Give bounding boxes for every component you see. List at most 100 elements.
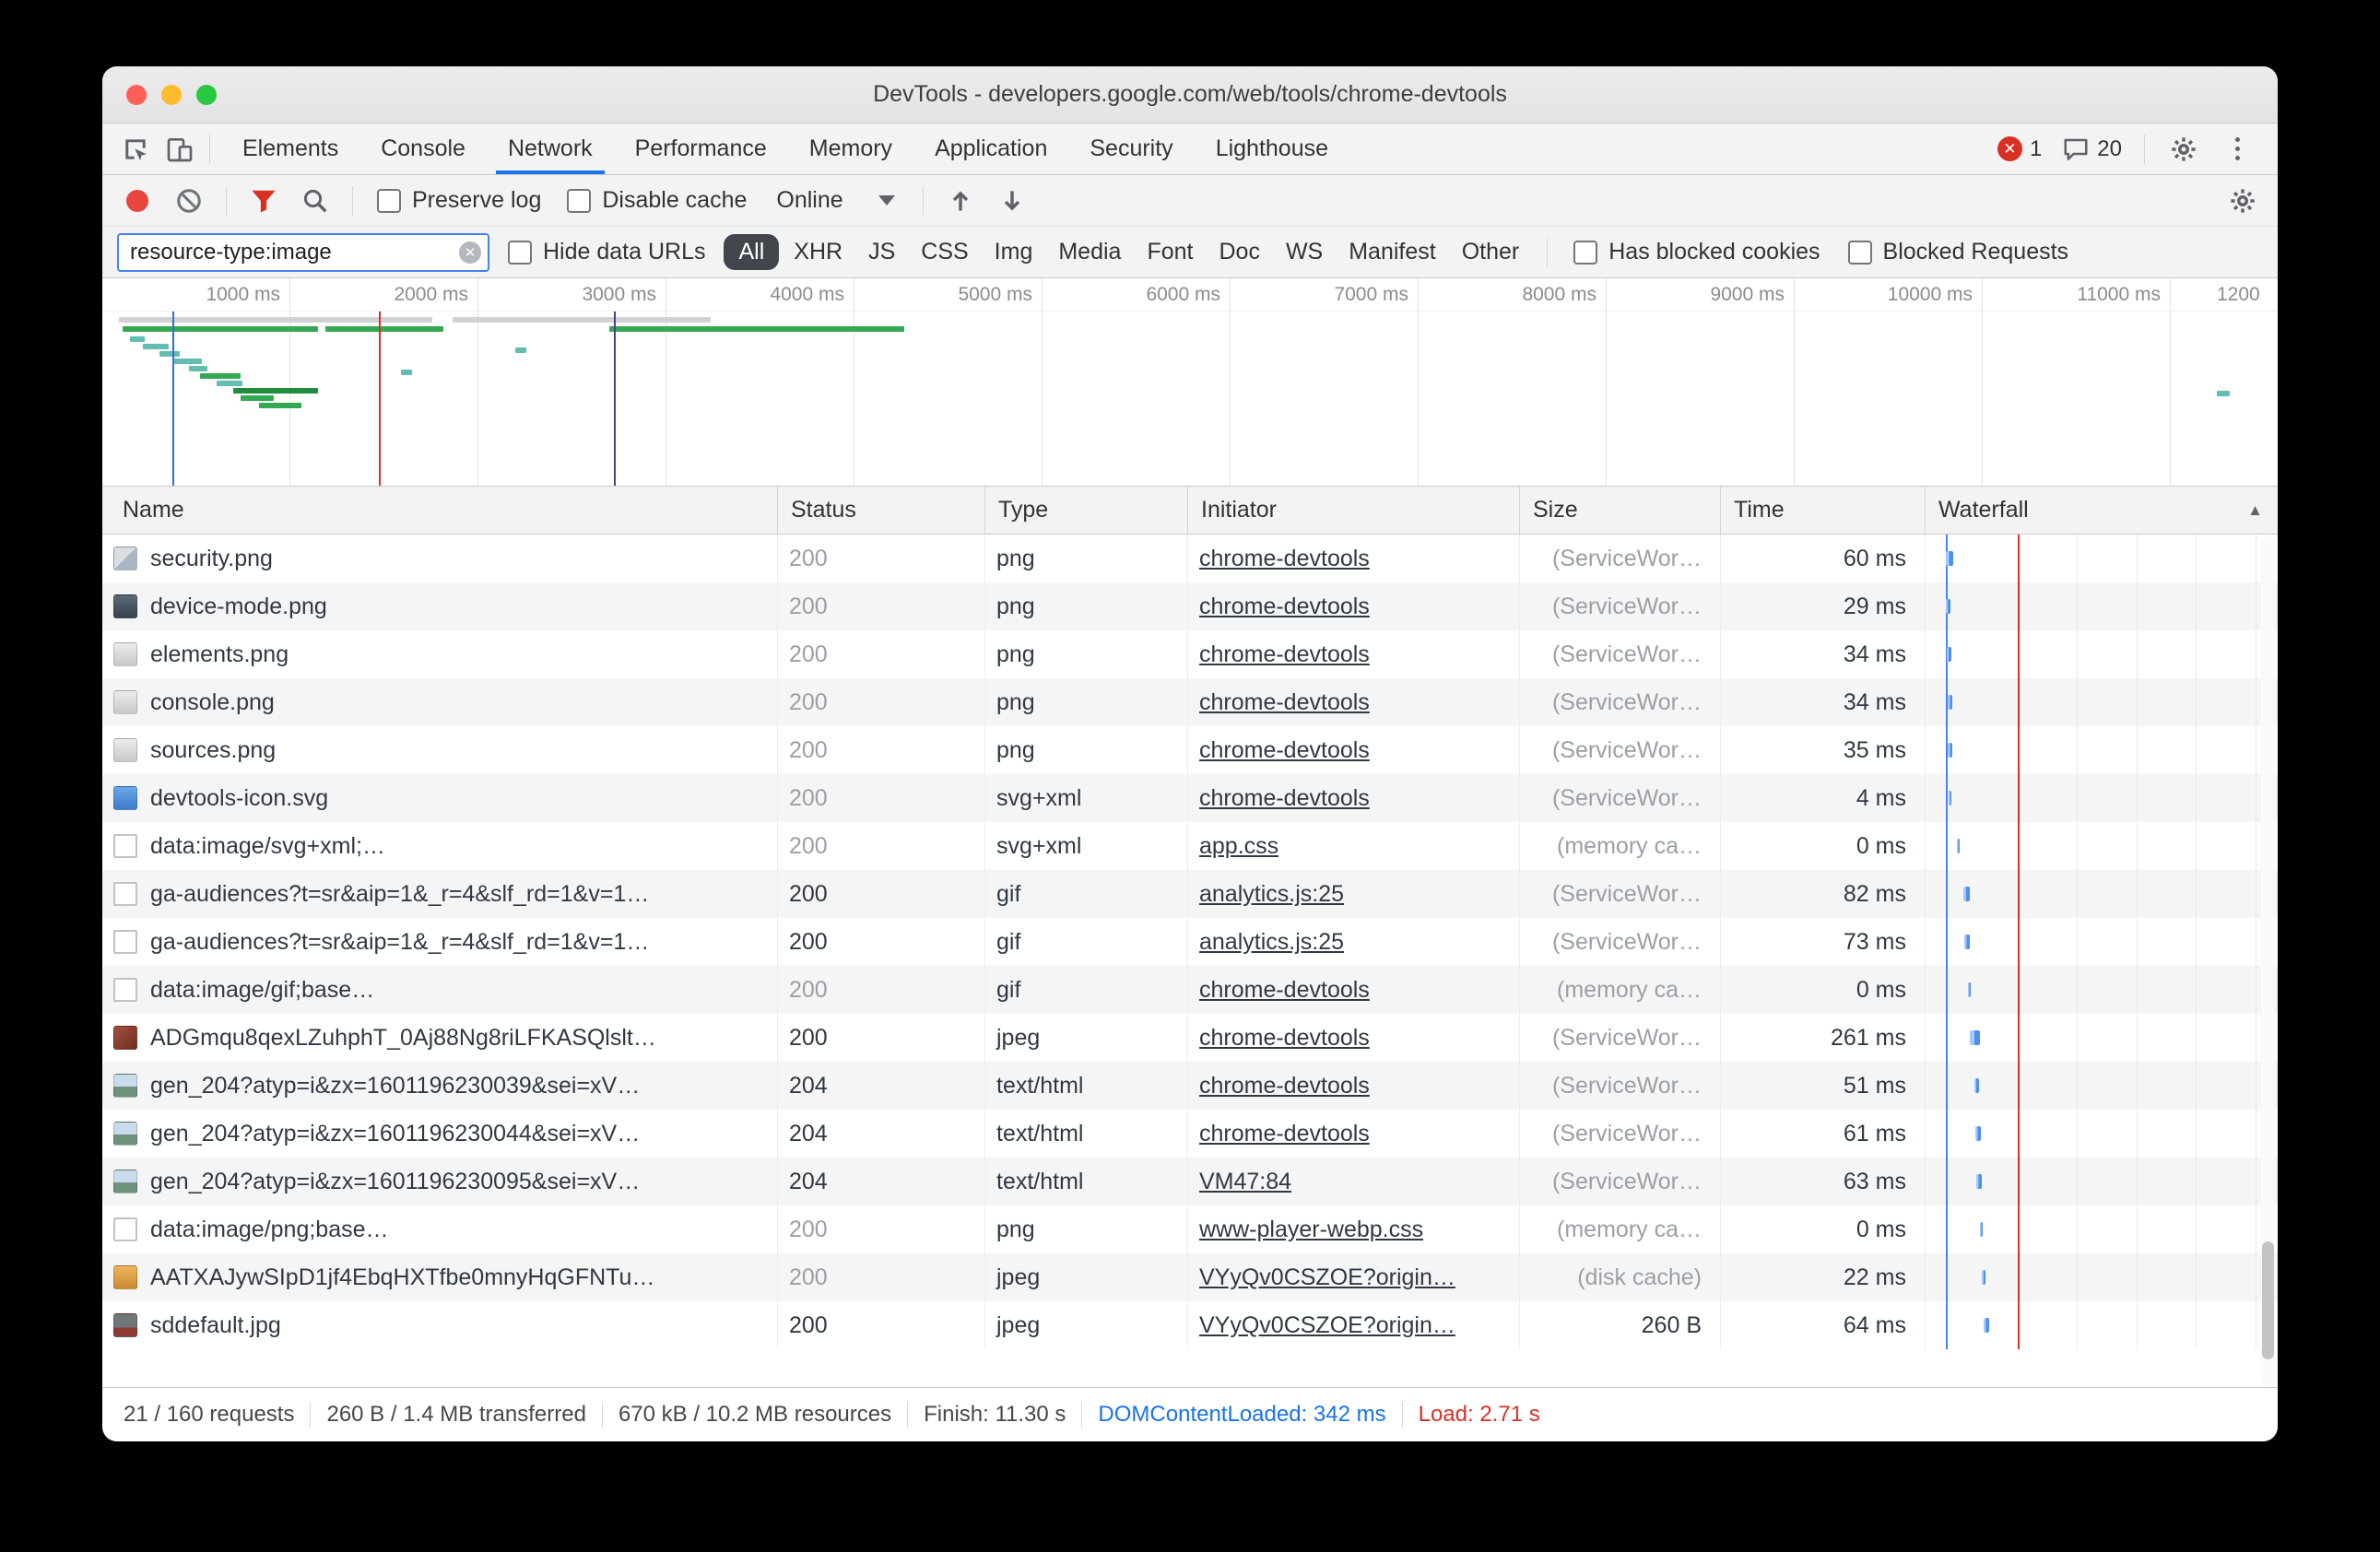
- clear-button[interactable]: [167, 181, 211, 221]
- column-header-time[interactable]: Time: [1721, 487, 1926, 534]
- zoom-button[interactable]: [196, 85, 217, 105]
- initiator-link[interactable]: chrome-devtools: [1199, 785, 1370, 812]
- close-button[interactable]: [126, 85, 147, 105]
- request-name-cell: data:image/svg+xml;…: [102, 822, 778, 870]
- inspect-element-button[interactable]: [113, 129, 158, 170]
- tab-memory[interactable]: Memory: [788, 123, 913, 174]
- filter-toggle-button[interactable]: [242, 181, 286, 221]
- scrollbar-track[interactable]: [2261, 536, 2275, 1385]
- initiator-link[interactable]: chrome-devtools: [1199, 689, 1370, 716]
- size-cell: (ServiceWor…: [1520, 1062, 1721, 1110]
- preserve-log-checkbox[interactable]: Preserve log: [368, 187, 550, 214]
- scrollbar-thumb[interactable]: [2262, 1241, 2274, 1359]
- error-count-badge[interactable]: ✕ 1: [1992, 136, 2047, 162]
- initiator-link[interactable]: chrome-devtools: [1199, 977, 1370, 1004]
- column-header-initiator[interactable]: Initiator: [1188, 487, 1520, 534]
- network-settings-button[interactable]: [2221, 181, 2265, 221]
- filter-pill-css[interactable]: CSS: [910, 234, 979, 270]
- table-row[interactable]: device-mode.png200pngchrome-devtools(Ser…: [102, 582, 2278, 630]
- initiator-link[interactable]: analytics.js:25: [1199, 929, 1344, 956]
- tab-performance[interactable]: Performance: [614, 123, 788, 174]
- table-row[interactable]: data:image/png;base…200pngwww-player-web…: [102, 1205, 2278, 1253]
- status-cell: 200: [778, 1205, 985, 1253]
- filter-pill-font[interactable]: Font: [1136, 234, 1204, 270]
- settings-button[interactable]: [2162, 129, 2206, 170]
- console-messages-badge[interactable]: 20: [2056, 135, 2127, 163]
- initiator-link[interactable]: chrome-devtools: [1199, 641, 1370, 668]
- table-row[interactable]: data:image/gif;base…200gifchrome-devtool…: [102, 966, 2278, 1014]
- initiator-link[interactable]: VM47:84: [1199, 1169, 1291, 1195]
- tab-console[interactable]: Console: [359, 123, 487, 174]
- table-row[interactable]: ga-audiences?t=sr&aip=1&_r=4&slf_rd=1&v=…: [102, 918, 2278, 966]
- resources-summary: 670 kB / 10.2 MB resources: [603, 1402, 907, 1428]
- request-name-cell: devtools-icon.svg: [102, 774, 778, 822]
- table-row[interactable]: sddefault.jpg200jpegVYyQv0CSZOE?origin…2…: [102, 1301, 2278, 1349]
- hide-data-urls-checkbox[interactable]: Hide data URLs: [499, 239, 714, 265]
- device-toolbar-button[interactable]: [158, 129, 202, 170]
- initiator-link[interactable]: www-player-webp.css: [1199, 1217, 1423, 1243]
- table-row[interactable]: elements.png200pngchrome-devtools(Servic…: [102, 630, 2278, 678]
- filter-pill-media[interactable]: Media: [1047, 234, 1132, 270]
- table-row[interactable]: ADGmqu8qexLZuhphT_0Aj88Ng8riLFKASQlslt…2…: [102, 1014, 2278, 1062]
- waterfall-cell: [1926, 966, 2278, 1014]
- clear-filter-icon[interactable]: ✕: [459, 241, 481, 264]
- column-header-name[interactable]: Name: [102, 487, 778, 534]
- search-button[interactable]: [293, 181, 337, 221]
- table-row[interactable]: AATXAJywSIpD1jf4EbqHXTfbe0mnyHqGFNTu…200…: [102, 1253, 2278, 1301]
- throttling-select[interactable]: Online: [763, 187, 907, 214]
- tab-security[interactable]: Security: [1068, 123, 1194, 174]
- table-row[interactable]: gen_204?atyp=i&zx=1601196230039&sei=xV…2…: [102, 1062, 2278, 1110]
- filter-input[interactable]: [117, 233, 489, 272]
- column-header-type[interactable]: Type: [985, 487, 1188, 534]
- filter-pill-all[interactable]: All: [724, 234, 779, 270]
- initiator-link[interactable]: analytics.js:25: [1199, 881, 1344, 908]
- initiator-link[interactable]: app.css: [1199, 833, 1278, 860]
- request-name-cell: AATXAJywSIpD1jf4EbqHXTfbe0mnyHqGFNTu…: [102, 1253, 778, 1301]
- more-options-button[interactable]: [2215, 129, 2259, 170]
- record-button[interactable]: [115, 181, 159, 221]
- table-row[interactable]: gen_204?atyp=i&zx=1601196230095&sei=xV…2…: [102, 1158, 2278, 1205]
- waterfall-cell: [1926, 1253, 2278, 1301]
- initiator-link[interactable]: VYyQv0CSZOE?origin…: [1199, 1264, 1455, 1291]
- table-row[interactable]: console.png200pngchrome-devtools(Service…: [102, 678, 2278, 726]
- disable-cache-checkbox[interactable]: Disable cache: [558, 187, 756, 214]
- filter-pill-ws[interactable]: WS: [1275, 234, 1334, 270]
- import-har-button[interactable]: [938, 181, 983, 221]
- initiator-link[interactable]: chrome-devtools: [1199, 1073, 1370, 1099]
- export-har-button[interactable]: [990, 181, 1034, 221]
- tab-application[interactable]: Application: [913, 123, 1068, 174]
- filter-pill-other[interactable]: Other: [1451, 234, 1531, 270]
- time-cell: 0 ms: [1721, 822, 1926, 870]
- column-header-status[interactable]: Status: [778, 487, 985, 534]
- column-header-waterfall[interactable]: Waterfall▲: [1926, 487, 2278, 534]
- initiator-link[interactable]: chrome-devtools: [1199, 546, 1370, 572]
- initiator-link[interactable]: chrome-devtools: [1199, 594, 1370, 620]
- tab-elements[interactable]: Elements: [221, 123, 359, 174]
- filter-pill-img[interactable]: Img: [984, 234, 1044, 270]
- network-toolbar: Preserve log Disable cache Online: [102, 175, 2278, 227]
- table-row[interactable]: gen_204?atyp=i&zx=1601196230044&sei=xV…2…: [102, 1110, 2278, 1158]
- initiator-link[interactable]: VYyQv0CSZOE?origin…: [1199, 1312, 1455, 1339]
- table-row[interactable]: devtools-icon.svg200svg+xmlchrome-devtoo…: [102, 774, 2278, 822]
- tab-lighthouse[interactable]: Lighthouse: [1195, 123, 1349, 174]
- tab-network[interactable]: Network: [487, 123, 614, 174]
- table-row[interactable]: data:image/svg+xml;…200svg+xmlapp.css(me…: [102, 822, 2278, 870]
- minimize-button[interactable]: [161, 85, 182, 105]
- filter-pill-manifest[interactable]: Manifest: [1337, 234, 1446, 270]
- status-cell: 200: [778, 535, 985, 582]
- divider: [2144, 135, 2145, 164]
- initiator-link[interactable]: chrome-devtools: [1199, 1121, 1370, 1147]
- table-row[interactable]: security.png200pngchrome-devtools(Servic…: [102, 535, 2278, 582]
- blocked-requests-checkbox[interactable]: Blocked Requests: [1839, 239, 2079, 265]
- column-header-size[interactable]: Size: [1520, 487, 1721, 534]
- overview-chart[interactable]: [102, 312, 2278, 486]
- filter-pill-js[interactable]: JS: [857, 234, 906, 270]
- initiator-link[interactable]: chrome-devtools: [1199, 737, 1370, 764]
- filter-pill-doc[interactable]: Doc: [1208, 234, 1270, 270]
- initiator-link[interactable]: chrome-devtools: [1199, 1025, 1370, 1052]
- table-row[interactable]: ga-audiences?t=sr&aip=1&_r=4&slf_rd=1&v=…: [102, 870, 2278, 918]
- table-row[interactable]: sources.png200pngchrome-devtools(Service…: [102, 726, 2278, 774]
- filter-pill-xhr[interactable]: XHR: [783, 234, 854, 270]
- has-blocked-cookies-checkbox[interactable]: Has blocked cookies: [1564, 239, 1829, 265]
- request-name-cell: ga-audiences?t=sr&aip=1&_r=4&slf_rd=1&v=…: [102, 918, 778, 966]
